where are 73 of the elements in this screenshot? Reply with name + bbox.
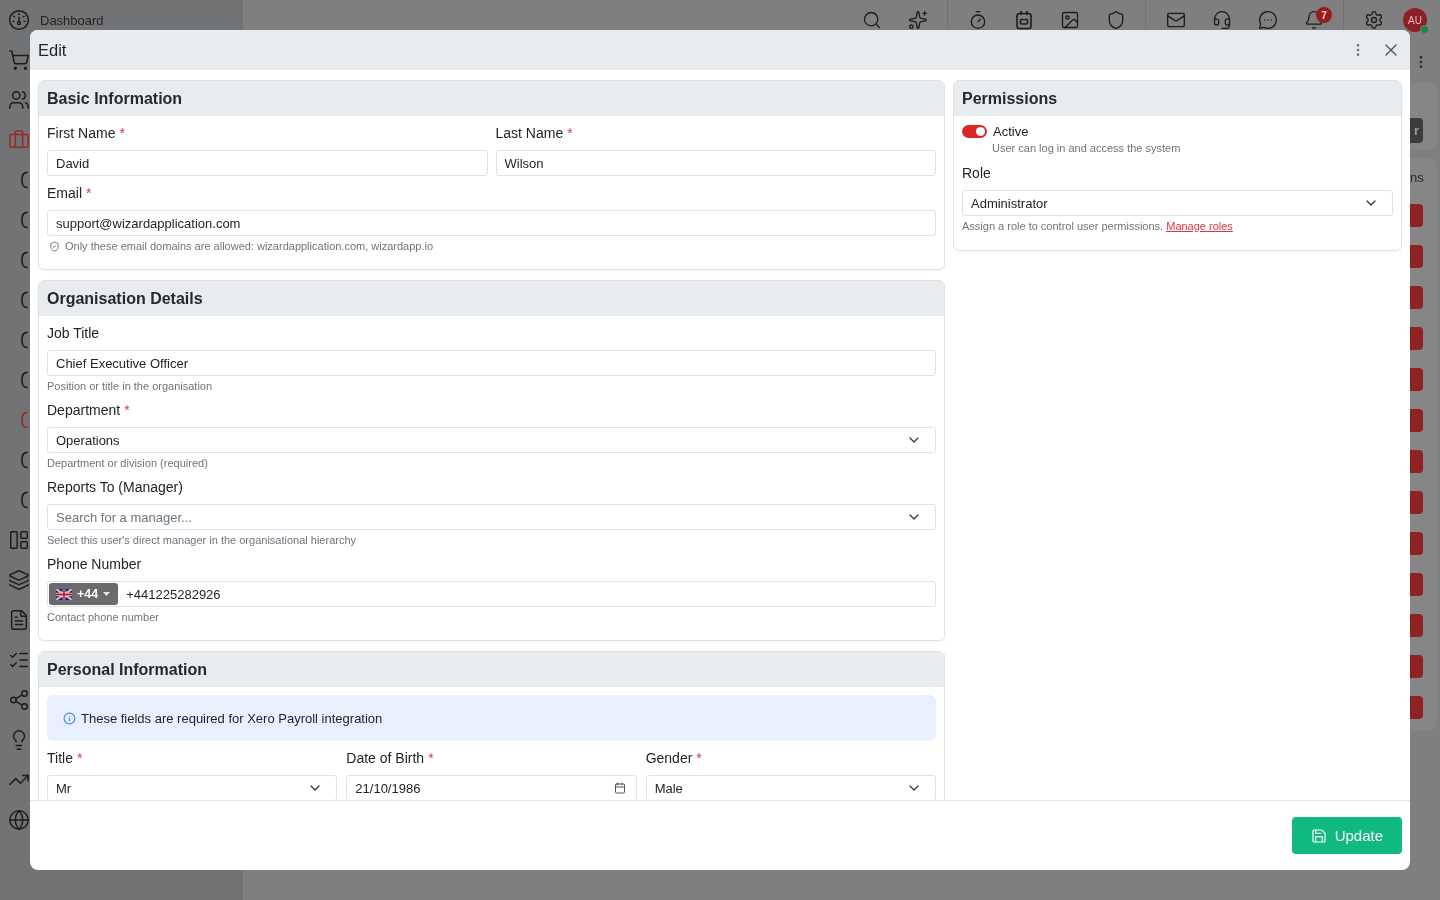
- field-hint: Position or title in the organisation: [47, 380, 213, 393]
- shield-icon[interactable]: [1106, 10, 1126, 30]
- role-hint: Assign a role to control user permissions. Manage roles: [962, 220, 1233, 233]
- submenu-icon[interactable]: [21, 331, 29, 349]
- submenu-icon[interactable]: [21, 291, 29, 309]
- timer-icon[interactable]: [968, 10, 988, 30]
- document-icon[interactable]: [8, 609, 30, 631]
- submenu-icon[interactable]: [21, 171, 29, 189]
- select-field[interactable]: Mr: [47, 775, 338, 800]
- field-hint: Contact phone number: [47, 611, 159, 624]
- submenu-icon[interactable]: [21, 211, 29, 229]
- toggle-switch[interactable]: [962, 125, 987, 138]
- select-field[interactable]: Search for a manager...: [47, 504, 936, 530]
- field-hint: Only these email domains are allowed: wizardapplication.com, wizardapp.io: [65, 240, 434, 253]
- layout-icon[interactable]: [8, 529, 30, 551]
- image-icon[interactable]: [1060, 10, 1080, 30]
- calendar-icon: [613, 782, 626, 794]
- text-field[interactable]: support@wizardapplication.com: [47, 210, 936, 236]
- country-code-button[interactable]: +44: [49, 583, 119, 605]
- text-field[interactable]: Wilson: [495, 150, 936, 176]
- settings-icon[interactable]: [1364, 10, 1384, 30]
- toolbar-button[interactable]: r: [1410, 118, 1423, 143]
- field-label: First Name *: [47, 125, 125, 142]
- text-field[interactable]: David: [47, 150, 488, 176]
- field-label: Department *: [47, 402, 130, 419]
- users-icon[interactable]: [8, 89, 30, 111]
- submenu-icon[interactable]: [21, 371, 29, 389]
- sparkles-icon[interactable]: [908, 10, 928, 30]
- save-icon: [1310, 827, 1327, 844]
- flag-icon: [56, 588, 72, 600]
- panel-heading: ns: [1410, 169, 1425, 187]
- chat-icon[interactable]: [1258, 10, 1278, 30]
- select-field[interactable]: Administrator: [962, 190, 1393, 216]
- phone-field[interactable]: +44 +441225282926: [47, 581, 936, 607]
- cart-icon[interactable]: [8, 49, 30, 71]
- mail-icon[interactable]: [1166, 10, 1186, 30]
- date-field[interactable]: 21/10/1986: [346, 775, 637, 800]
- caret-icon: [103, 592, 111, 596]
- layers-icon[interactable]: [8, 569, 30, 591]
- field-label: Phone Number: [47, 556, 142, 573]
- field-hint: Select this user's direct manager in the organisational hierarchy: [47, 534, 357, 547]
- card-title: Basic Information: [39, 81, 944, 116]
- submenu-icon[interactable]: [21, 251, 29, 269]
- notice-text: These fields are required for Xero Payroll integration: [81, 710, 383, 726]
- field-hint: Department or division (required): [47, 457, 208, 470]
- submenu-icon[interactable]: [21, 451, 29, 469]
- submenu-icon[interactable]: [21, 491, 29, 509]
- field-label: Role: [962, 165, 991, 182]
- field-label: Reports To (Manager): [47, 479, 183, 496]
- headset-icon[interactable]: [1212, 10, 1232, 30]
- field-label: Gender *: [645, 750, 702, 767]
- field-label: Last Name *: [495, 125, 573, 142]
- search-icon[interactable]: [862, 10, 882, 30]
- manage-roles-link[interactable]: Manage roles: [1166, 220, 1233, 232]
- toggle-label: Active: [993, 124, 1029, 139]
- notification-badge: 7: [1316, 7, 1332, 23]
- toggle-description: User can log in and access the system: [992, 142, 1181, 154]
- card-title: Permissions: [954, 81, 1401, 116]
- info-icon: [63, 711, 76, 725]
- dialog-title: Edit: [38, 40, 67, 60]
- select-field[interactable]: Operations: [47, 427, 936, 453]
- card-title: Organisation Details: [39, 281, 944, 316]
- avatar[interactable]: AU: [1403, 8, 1427, 32]
- card-title: Personal Information: [39, 652, 944, 687]
- field-label: Date of Birth *: [346, 750, 434, 767]
- field-label: Email *: [47, 185, 92, 202]
- text-field[interactable]: Chief Executive Officer: [47, 350, 936, 376]
- globe-icon[interactable]: [8, 809, 30, 831]
- calendar-icon[interactable]: [1014, 10, 1034, 30]
- field-label: Title *: [47, 750, 83, 767]
- share-icon[interactable]: [8, 689, 30, 711]
- select-field[interactable]: Male: [645, 775, 936, 800]
- field-label: Job Title: [47, 325, 100, 342]
